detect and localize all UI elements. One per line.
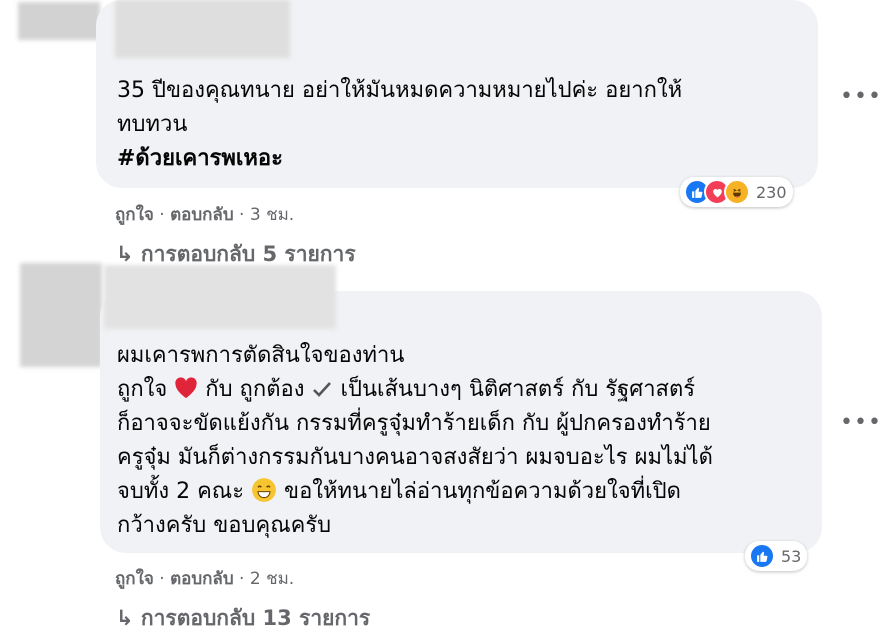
heart-emoji-icon	[174, 376, 198, 410]
separator: ·	[239, 205, 245, 225]
text-segment: เป็นเส้นบางๆ นิติศาสตร์ กับ รัฐศาสตร์	[340, 377, 696, 402]
reaction-count: 230	[756, 182, 787, 202]
comment-text-line: ทบทวน	[117, 112, 188, 137]
comment-text-line: ผมเคารพการตัดสินใจของท่าน	[117, 343, 405, 368]
text-segment: ถูกใจ	[117, 377, 168, 402]
like-action[interactable]: ถูกใจ	[115, 569, 154, 589]
reaction-summary[interactable]: 53	[745, 541, 808, 571]
comment-actions: ถูกใจ · ตอบกลับ · 2 ชม.	[115, 565, 294, 592]
avatar[interactable]	[18, 2, 100, 40]
haha-icon	[724, 179, 750, 205]
more-options-icon[interactable]: •••	[840, 84, 882, 109]
reaction-count: 53	[781, 546, 802, 566]
separator: ·	[159, 569, 165, 589]
like-action[interactable]: ถูกใจ	[115, 205, 154, 225]
replies-count-label: การตอบกลับ 13 รายการ	[140, 606, 371, 630]
reply-arrow-icon: ↳	[116, 606, 134, 630]
reply-action[interactable]: ตอบกลับ	[170, 205, 234, 225]
reply-action[interactable]: ตอบกลับ	[170, 569, 234, 589]
avatar[interactable]	[20, 263, 102, 367]
timestamp[interactable]: 3 ชม.	[250, 205, 294, 225]
comment-text-line: ครูจุ๋ม มันก็ต่างกรรมกันบางคนอาจสงสัยว่า…	[117, 445, 713, 470]
text-segment: ขอให้ทนายไล่อ่านทุกข้อความด้วยใจที่เปิด	[284, 479, 681, 504]
replies-count-label: การตอบกลับ 5 รายการ	[140, 242, 356, 266]
separator: ·	[159, 205, 165, 225]
comment-text-line: ก็อาจจะขัดแย้งกัน กรรมที่ครูจุ๋มทำร้ายเด…	[117, 411, 711, 436]
hashtag-link[interactable]: #ด้วยเคารพเหอะ	[117, 142, 283, 176]
like-icon	[749, 543, 775, 569]
text-segment: จบทั้ง 2 คณะ	[117, 479, 245, 504]
timestamp[interactable]: 2 ชม.	[250, 569, 294, 589]
check-mark-icon	[311, 376, 333, 410]
comment-actions: ถูกใจ · ตอบกลับ · 3 ชม.	[115, 201, 294, 228]
commenter-name-redacted[interactable]	[115, 0, 290, 58]
view-replies-link[interactable]: ↳ การตอบกลับ 13 รายการ	[116, 602, 370, 635]
more-options-icon[interactable]: •••	[840, 410, 882, 435]
comment-text-line-mixed: ถูกใจ กับ ถูกต้อง เป็นเส้นบางๆ นิติศาสตร…	[117, 373, 695, 410]
separator: ·	[239, 569, 245, 589]
comment-text-line: 35 ปีของคุณทนาย อย่าให้มันหมดความหมายไปค…	[117, 78, 683, 103]
reply-arrow-icon: ↳	[116, 242, 134, 266]
commenter-name-redacted[interactable]	[104, 265, 336, 329]
text-segment: กับ ถูกต้อง	[205, 377, 305, 402]
comment-text-line: กว้างครับ ขอบคุณครับ	[117, 513, 332, 538]
reaction-summary[interactable]: 230	[680, 177, 793, 207]
